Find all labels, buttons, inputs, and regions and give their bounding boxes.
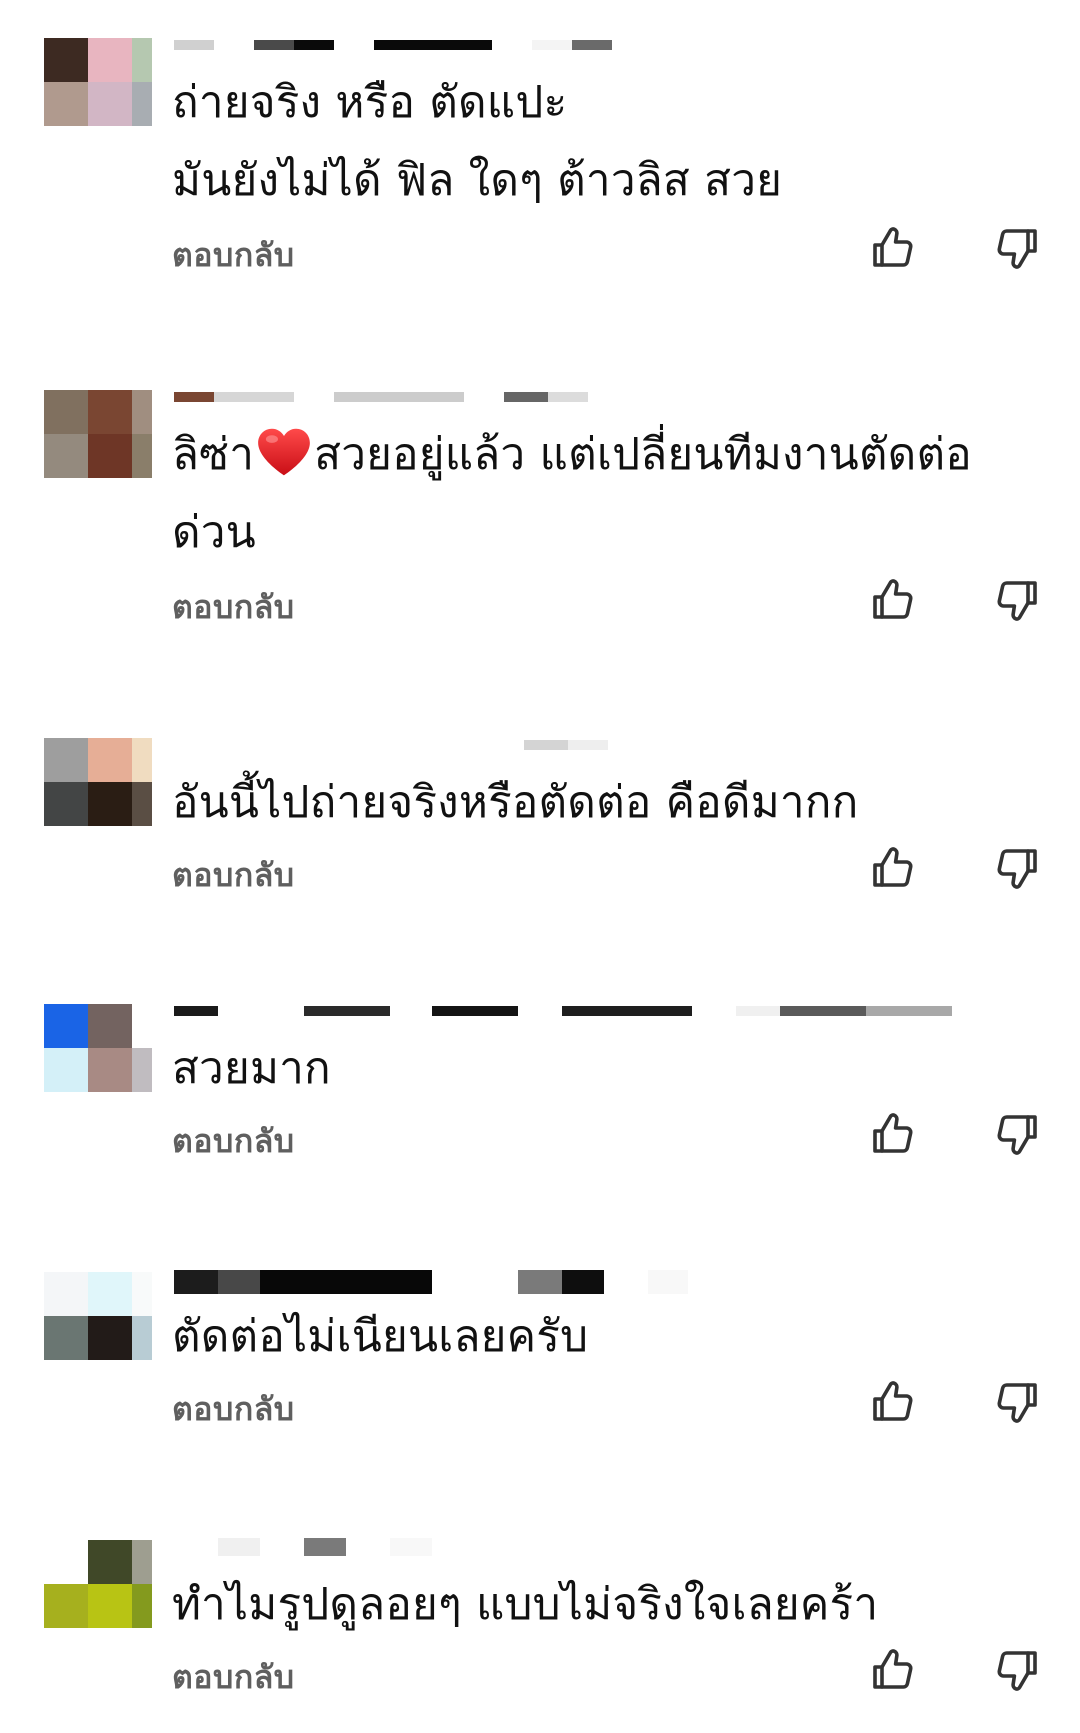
avatar[interactable] <box>44 1004 152 1092</box>
avatar[interactable] <box>44 1272 152 1360</box>
avatar[interactable] <box>44 390 152 478</box>
avatar-pixel <box>132 434 152 478</box>
red-heart-icon <box>258 428 311 476</box>
avatar-pixel <box>44 1004 88 1048</box>
avatar-pixel <box>88 1272 132 1316</box>
avatar-pixel <box>88 782 132 826</box>
comment-text: สวยมาก <box>172 1043 331 1094</box>
username-redacted[interactable] <box>174 1538 432 1556</box>
avatar-pixel <box>88 38 132 82</box>
comment-text-part: ลิซ่า <box>172 429 255 480</box>
avatar-pixel <box>88 434 132 478</box>
reply-button[interactable]: ตอบกลับ <box>172 1652 295 1703</box>
username-redacted[interactable] <box>174 40 612 50</box>
avatar-pixel <box>44 1540 88 1584</box>
avatar-pixel <box>132 1004 152 1048</box>
avatar-pixel <box>44 782 88 826</box>
avatar-pixel <box>88 1048 132 1092</box>
avatar-pixel <box>132 1584 152 1628</box>
avatar-pixel <box>44 390 88 434</box>
avatar-pixel <box>44 1048 88 1092</box>
reply-button[interactable]: ตอบกลับ <box>172 230 295 281</box>
avatar-pixel <box>132 390 152 434</box>
username-redacted[interactable] <box>174 1006 952 1016</box>
avatar-pixel <box>88 1584 132 1628</box>
avatar-pixel <box>132 82 152 126</box>
thumbs-down-icon[interactable] <box>994 1646 1042 1694</box>
avatar-pixel <box>44 82 88 126</box>
avatar-pixel <box>132 782 152 826</box>
avatar-pixel <box>88 82 132 126</box>
thumbs-down-icon[interactable] <box>994 1378 1042 1426</box>
thumbs-down-icon[interactable] <box>994 844 1042 892</box>
reply-button[interactable]: ตอบกลับ <box>172 1116 295 1167</box>
reply-button[interactable]: ตอบกลับ <box>172 582 295 633</box>
avatar-pixel <box>132 1048 152 1092</box>
avatar-pixel <box>88 738 132 782</box>
thumbs-down-icon[interactable] <box>994 224 1042 272</box>
comment-text: ทำไมรูปดูลอยๆ แบบไม่จริงใจเลยคร้า <box>172 1579 879 1630</box>
avatar-pixel <box>132 738 152 782</box>
avatar[interactable] <box>44 1540 152 1628</box>
avatar-pixel <box>88 1004 132 1048</box>
avatar[interactable] <box>44 38 152 126</box>
thumbs-down-icon[interactable] <box>994 576 1042 624</box>
thumbs-up-icon[interactable] <box>868 1378 916 1426</box>
username-redacted[interactable] <box>174 1270 688 1294</box>
avatar-pixel <box>88 390 132 434</box>
avatar-pixel <box>132 1272 152 1316</box>
thumbs-down-icon[interactable] <box>994 1110 1042 1158</box>
avatar-pixel <box>88 1316 132 1360</box>
thumbs-up-icon[interactable] <box>868 1646 916 1694</box>
avatar[interactable] <box>44 738 152 826</box>
reply-button[interactable]: ตอบกลับ <box>172 850 295 901</box>
avatar-pixel <box>44 738 88 782</box>
avatar-pixel <box>132 1316 152 1360</box>
avatar-pixel <box>44 1316 88 1360</box>
avatar-pixel <box>132 1540 152 1584</box>
comment-text: ลิซ่า สวยอยู่แล้ว แต่เปลี่ยนทีมงานตัดต่อด… <box>172 416 1052 572</box>
avatar-pixel <box>44 38 88 82</box>
avatar-pixel <box>44 1584 88 1628</box>
comment-text: อันนี้ไปถ่ายจริงหรือตัดต่อ คือดีมากก <box>172 777 859 828</box>
username-redacted[interactable] <box>174 740 608 750</box>
avatar-pixel <box>88 1540 132 1584</box>
thumbs-up-icon[interactable] <box>868 576 916 624</box>
avatar-pixel <box>44 1272 88 1316</box>
reply-button[interactable]: ตอบกลับ <box>172 1384 295 1435</box>
comment-text: ตัดต่อไม่เนียนเลยครับ <box>172 1311 589 1362</box>
username-redacted[interactable] <box>174 392 588 402</box>
comment-text: ถ่ายจริง หรือ ตัดแปะ มันยังไม่ได้ ฟิล ใด… <box>172 77 783 206</box>
thumbs-up-icon[interactable] <box>868 844 916 892</box>
avatar-pixel <box>44 434 88 478</box>
thumbs-up-icon[interactable] <box>868 224 916 272</box>
thumbs-up-icon[interactable] <box>868 1110 916 1158</box>
avatar-pixel <box>132 38 152 82</box>
